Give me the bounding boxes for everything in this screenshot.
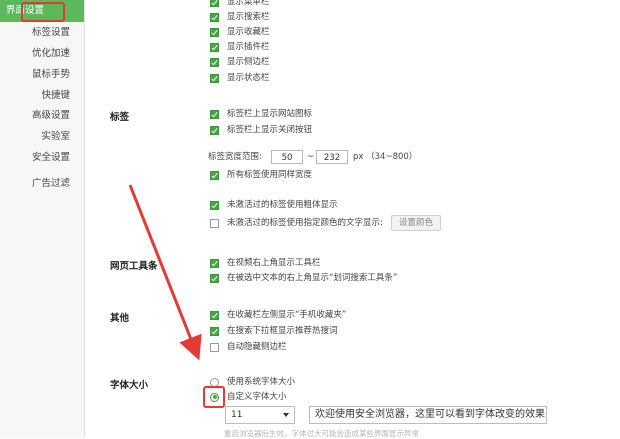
annotation-arrow (128, 184, 202, 361)
